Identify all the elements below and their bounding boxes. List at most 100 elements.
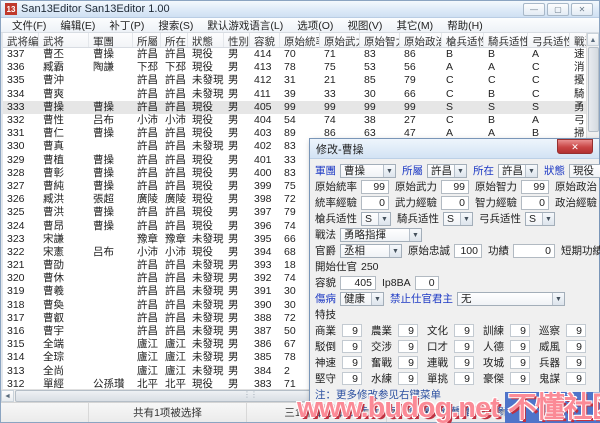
value-input[interactable]: 0 <box>361 196 389 210</box>
skill-label: 威風 <box>539 339 566 354</box>
cell: 許昌 <box>133 180 161 193</box>
dropdown[interactable]: 勇略指揮▼ <box>340 228 422 242</box>
dropdown-value: 許昌 <box>428 163 454 178</box>
menu-item-4[interactable]: 默认游戏语言(L) <box>200 18 290 33</box>
close-button[interactable]: ✕ <box>571 3 593 16</box>
value-input[interactable]: 0 <box>513 244 555 258</box>
field-label-blue: 軍團 <box>315 163 336 178</box>
value-input[interactable]: 99 <box>441 180 469 194</box>
skill-value-input[interactable]: 9 <box>398 340 418 353</box>
scroll-left-icon[interactable]: ◄ <box>1 390 14 402</box>
cell: 曹劭 <box>39 259 89 272</box>
maximize-button[interactable]: ▢ <box>547 3 569 16</box>
cell: 吕布 <box>89 114 133 127</box>
cell: 414 <box>250 48 280 61</box>
menu-item-1[interactable]: 编辑(E) <box>53 18 102 33</box>
column-header-11[interactable]: 原始政治 <box>400 33 442 47</box>
dropdown[interactable]: S▼ <box>361 212 391 226</box>
column-header-0[interactable]: 武将编号 <box>3 33 39 47</box>
cell: 曹奐 <box>39 299 89 312</box>
cell: 全端 <box>39 338 89 351</box>
cell: 現役 <box>188 193 224 206</box>
column-header-12[interactable]: 槍兵适性 <box>442 33 484 47</box>
menu-item-8[interactable]: 帮助(H) <box>440 18 490 33</box>
chevron-down-icon: ▼ <box>454 165 466 177</box>
skill-value-input[interactable]: 9 <box>342 340 362 353</box>
dropdown[interactable]: 无▼ <box>457 292 565 306</box>
cell: 曹操 <box>89 206 133 219</box>
value-input[interactable]: 0 <box>441 196 469 210</box>
skill-value-input[interactable]: 9 <box>510 356 530 369</box>
dialog-close-icon[interactable]: ✕ <box>557 139 593 154</box>
value-input[interactable]: 99 <box>521 180 549 194</box>
cell: 329 <box>3 154 39 167</box>
dropdown[interactable]: 曹操▼ <box>340 164 396 178</box>
skill-value-input[interactable]: 9 <box>342 356 362 369</box>
column-header-10[interactable]: 原始智力 <box>360 33 400 47</box>
skill-value-input[interactable]: 9 <box>566 356 586 369</box>
dropdown[interactable]: 許昌▼ <box>498 164 538 178</box>
column-header-1[interactable]: 武将 <box>39 33 89 47</box>
column-header-6[interactable]: 性別 <box>224 33 250 47</box>
cell: 男 <box>224 220 250 233</box>
dropdown[interactable]: 健康▼ <box>340 292 384 306</box>
cell: 53 <box>360 61 400 74</box>
skill-value-input[interactable]: 9 <box>566 340 586 353</box>
column-header-13[interactable]: 騎兵适性 <box>484 33 528 47</box>
dropdown[interactable]: 現役▼ <box>569 164 600 178</box>
cell: 廬江 <box>161 351 188 364</box>
minimize-button[interactable]: — <box>523 3 545 16</box>
column-header-5[interactable]: 狀態 <box>188 33 224 47</box>
dropdown[interactable]: 丞相▼ <box>340 244 402 258</box>
skill-value-input[interactable]: 9 <box>510 324 530 337</box>
skill-value-input[interactable]: 9 <box>342 324 362 337</box>
cell: 曹爽 <box>39 88 89 101</box>
column-header-7[interactable]: 容貌 <box>250 33 280 47</box>
table-row[interactable]: 334曹爽許昌許昌未發現男41139333066CBC騎 <box>3 88 599 101</box>
cell: 曹植 <box>39 154 89 167</box>
cell: C <box>442 74 484 87</box>
menu-item-7[interactable]: 其它(M) <box>389 18 440 33</box>
menu-item-3[interactable]: 搜索(S) <box>151 18 200 33</box>
table-row[interactable]: 333曹操曹操許昌許昌現役男40599999999SSS勇 <box>3 101 599 114</box>
dropdown[interactable]: 許昌▼ <box>427 164 467 178</box>
menu-item-5[interactable]: 选项(O) <box>290 18 340 33</box>
menu-item-2[interactable]: 补丁(P) <box>102 18 151 33</box>
value-input[interactable]: 100 <box>454 244 482 258</box>
column-header-9[interactable]: 原始武力 <box>320 33 360 47</box>
skill-label: 神速 <box>315 355 342 370</box>
menu-item-0[interactable]: 文件(F) <box>5 18 53 33</box>
dropdown[interactable]: S▼ <box>443 212 473 226</box>
cell: 未發現 <box>188 325 224 338</box>
value-input[interactable]: 405 <box>340 276 376 290</box>
skill-value-input[interactable]: 9 <box>454 356 474 369</box>
skill-value-input[interactable]: 9 <box>398 324 418 337</box>
column-header-2[interactable]: 軍團 <box>89 33 133 47</box>
cell: 男 <box>224 101 250 114</box>
vertical-scroll-thumb[interactable] <box>588 47 599 132</box>
cell: 未發現 <box>188 140 224 153</box>
skill-value-input[interactable]: 9 <box>510 340 530 353</box>
value-input[interactable]: 0 <box>415 276 439 290</box>
column-header-4[interactable]: 所在 <box>161 33 188 47</box>
column-header-8[interactable]: 原始統率 <box>280 33 320 47</box>
value-input[interactable]: 0 <box>521 196 549 210</box>
value-input[interactable]: 99 <box>361 180 389 194</box>
cell: 男 <box>224 167 250 180</box>
cell: 384 <box>250 365 280 378</box>
cell: 未發現 <box>188 338 224 351</box>
skill-value-input[interactable]: 9 <box>398 356 418 369</box>
table-row[interactable]: 335曹沖許昌許昌未發現男41231218579CCC擾 <box>3 74 599 87</box>
column-header-3[interactable]: 所屬 <box>133 33 161 47</box>
table-row[interactable]: 336臧霸陶謙下邳下邳現役男41378755356AAC消 <box>3 61 599 74</box>
table-row[interactable]: 337曹丕曹操許昌許昌現役男41470718386BBA速 <box>3 48 599 61</box>
skill-value-input[interactable]: 9 <box>454 324 474 337</box>
skill-value-input[interactable]: 9 <box>454 340 474 353</box>
chevron-down-icon: ▼ <box>383 165 395 177</box>
menu-item-6[interactable]: 视图(V) <box>340 18 389 33</box>
scroll-up-icon[interactable]: ▲ <box>587 33 599 46</box>
column-header-14[interactable]: 弓兵适性 <box>528 33 570 47</box>
skill-value-input[interactable]: 9 <box>566 324 586 337</box>
dropdown[interactable]: S▼ <box>525 212 555 226</box>
table-row[interactable]: 332曹性吕布小沛小沛現役男40454743827CBA弓 <box>3 114 599 127</box>
